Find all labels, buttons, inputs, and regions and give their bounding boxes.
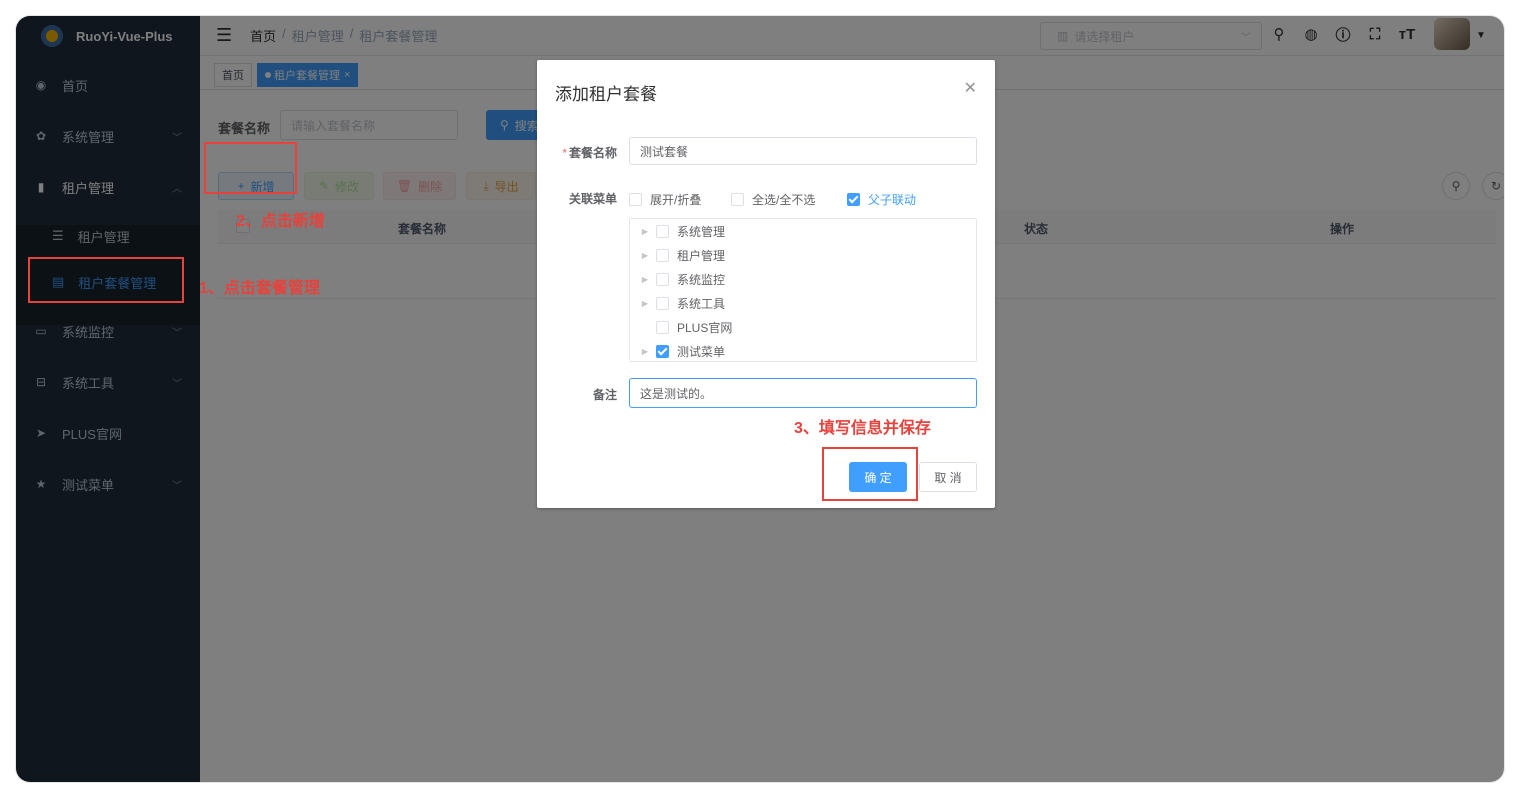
caret-right-icon[interactable]: ▶ [638,299,652,308]
option-label: 展开/折叠 [650,193,702,207]
caret-right-icon[interactable]: ▶ [638,251,652,260]
add-package-dialog: 添加租户套餐 ✕ * 套餐名称 测试套餐 关联菜单 展开/折叠 全选/全不选 父子… [537,60,995,508]
remark-field[interactable]: 这是测试的。 [629,378,977,408]
checkbox-checked-icon [847,193,860,206]
annotation-step2: 2、点击新增 [236,213,325,230]
remark-label: 备注 [592,388,617,402]
tree-node-label: 系统工具 [677,296,726,311]
tree-node[interactable]: ▶ 测试菜单 [630,339,976,363]
annotation-box-confirm [822,447,918,501]
select-all-checkbox[interactable]: 全选/全不选 [731,191,815,208]
tree-node[interactable]: PLUS官网 [630,315,976,339]
dialog-title: 添加租户套餐 [555,85,657,104]
tree-node-label: PLUS官网 [677,320,733,335]
close-icon[interactable]: ✕ [964,78,977,98]
tree-node-label: 租户管理 [677,248,726,263]
annotation-step3: 3、填写信息并保存 [794,420,931,437]
tree-node-label: 系统管理 [677,224,726,239]
package-name-field[interactable]: 测试套餐 [629,137,977,165]
annotation-step1: 1、点击套餐管理 [199,280,320,297]
checkbox-icon[interactable] [656,224,669,238]
tree-node-label: 测试菜单 [677,344,726,359]
app-window: RuoYi-Vue-Plus ◉ 首页 ✿ 系统管理 ﹀ ▮ 租户管理 ︿ ☰ … [16,16,1504,782]
checkbox-icon[interactable] [656,272,669,286]
tree-node[interactable]: ▶ 租户管理 [630,243,976,267]
tree-node-label: 系统监控 [677,272,726,287]
menu-tree: ▶ 系统管理 ▶ 租户管理 ▶ 系统监控 ▶ 系统工具 PLUS官网 ▶ 测试菜… [629,218,977,362]
cancel-button[interactable]: 取 消 [919,462,977,492]
tree-node[interactable]: ▶ 系统管理 [630,219,976,243]
tree-node[interactable]: ▶ 系统工具 [630,291,976,315]
caret-right-icon[interactable]: ▶ [638,227,652,236]
option-label: 父子联动 [868,193,917,207]
annotation-box-package [28,257,184,303]
package-name-label: * 套餐名称 [562,146,617,160]
annotation-box-add [204,142,297,194]
checkbox-icon [629,193,642,206]
checkbox-icon[interactable] [656,296,669,310]
caret-right-icon[interactable]: ▶ [638,275,652,284]
option-label: 全选/全不选 [752,193,816,207]
checkbox-icon [731,193,744,206]
menu-label: 关联菜单 [568,192,617,206]
parent-child-link-checkbox[interactable]: 父子联动 [847,191,916,208]
caret-right-icon[interactable]: ▶ [638,347,652,356]
expand-collapse-checkbox[interactable]: 展开/折叠 [629,191,701,208]
tree-node[interactable]: ▶ 系统监控 [630,267,976,291]
checkbox-icon[interactable] [656,320,669,334]
checkbox-icon[interactable] [656,248,669,262]
checkbox-checked-icon[interactable] [656,344,669,358]
